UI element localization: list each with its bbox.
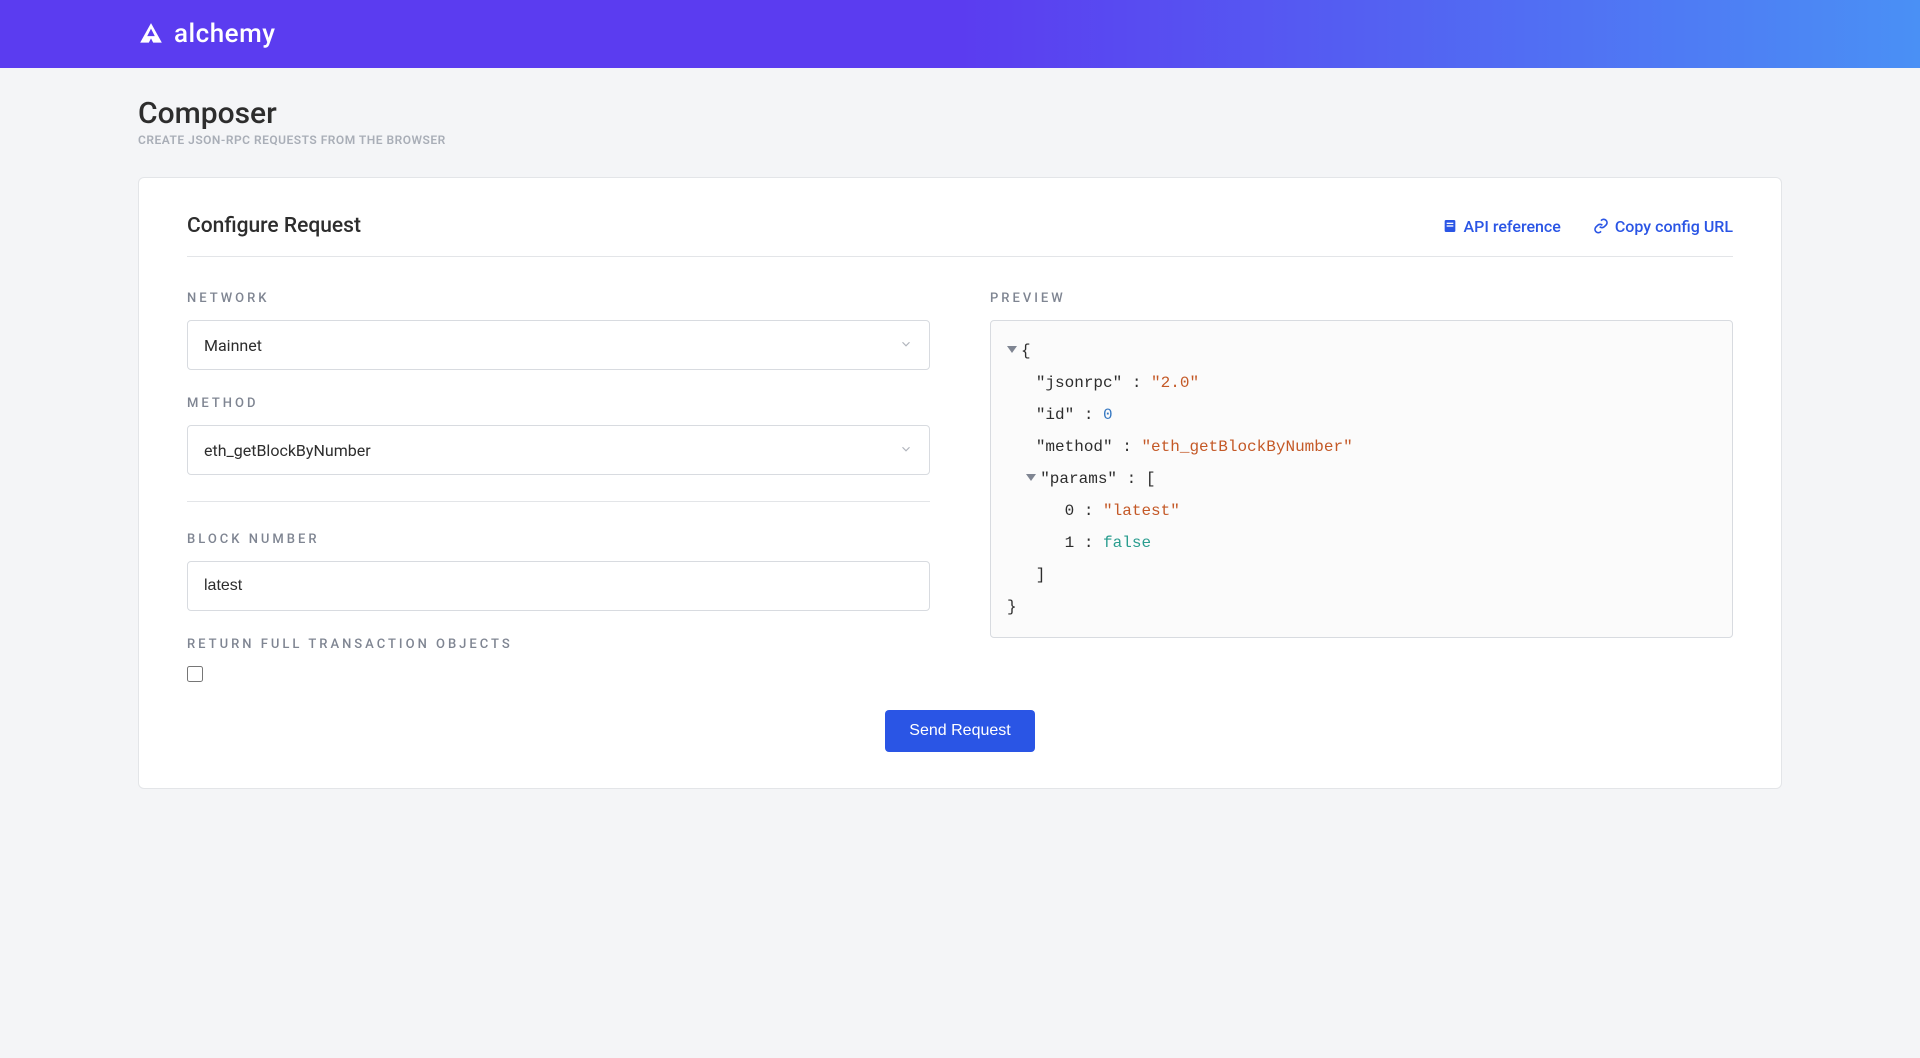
composer-card: Configure Request API reference Copy con… [138,177,1782,789]
json-preview: { "jsonrpc" : "2.0" "id" : 0 "method" : … [990,320,1733,638]
chevron-down-icon [899,336,913,355]
method-select[interactable]: eth_getBlockByNumber [187,425,930,475]
form-column: NETWORK Mainnet METHOD eth_getBlockByNum… [187,291,930,686]
method-label: METHOD [187,396,930,411]
json-key: "method" [1036,438,1113,456]
json-key: "params" [1040,470,1117,488]
collapse-toggle-icon[interactable] [1026,474,1036,481]
network-select[interactable]: Mainnet [187,320,930,370]
json-value: "latest" [1103,502,1180,520]
return-full-checkbox[interactable] [187,666,203,682]
send-request-button[interactable]: Send Request [885,710,1034,752]
return-full-label: RETURN FULL TRANSACTION OBJECTS [187,637,930,652]
copy-config-link[interactable]: Copy config URL [1593,217,1733,236]
card-links: API reference Copy config URL [1442,217,1734,236]
json-index: 0 [1065,502,1075,520]
action-row: Send Request [187,710,1733,752]
json-value: false [1103,534,1151,552]
network-label: NETWORK [187,291,930,306]
app-header: alchemy [0,0,1920,68]
json-key: "jsonrpc" [1036,374,1122,392]
collapse-toggle-icon[interactable] [1007,346,1017,353]
api-reference-link[interactable]: API reference [1442,217,1561,236]
method-value: eth_getBlockByNumber [204,441,371,460]
alchemy-logo-icon [138,21,164,47]
json-value: 0 [1103,406,1113,424]
card-title: Configure Request [187,214,361,238]
network-value: Mainnet [204,336,262,355]
block-number-label: BLOCK NUMBER [187,532,930,547]
copy-config-label: Copy config URL [1615,217,1733,236]
content-row: NETWORK Mainnet METHOD eth_getBlockByNum… [187,291,1733,686]
form-divider [187,501,930,502]
page-title: Composer [138,96,1782,131]
card-header: Configure Request API reference Copy con… [187,214,1733,257]
json-value: "2.0" [1151,374,1199,392]
brand-name: alchemy [174,19,275,49]
api-reference-label: API reference [1464,217,1561,236]
block-number-input[interactable] [187,561,930,611]
json-index: 1 [1065,534,1075,552]
link-icon [1593,218,1609,234]
book-icon [1442,218,1458,234]
preview-column: PREVIEW { "jsonrpc" : "2.0" "id" : 0 "me… [990,291,1733,686]
preview-label: PREVIEW [990,291,1733,306]
json-key: "id" [1036,406,1074,424]
chevron-down-icon [899,441,913,460]
json-value: "eth_getBlockByNumber" [1141,438,1352,456]
page-subtitle: CREATE JSON-RPC REQUESTS FROM THE BROWSE… [138,133,1782,147]
brand-logo: alchemy [138,19,275,49]
